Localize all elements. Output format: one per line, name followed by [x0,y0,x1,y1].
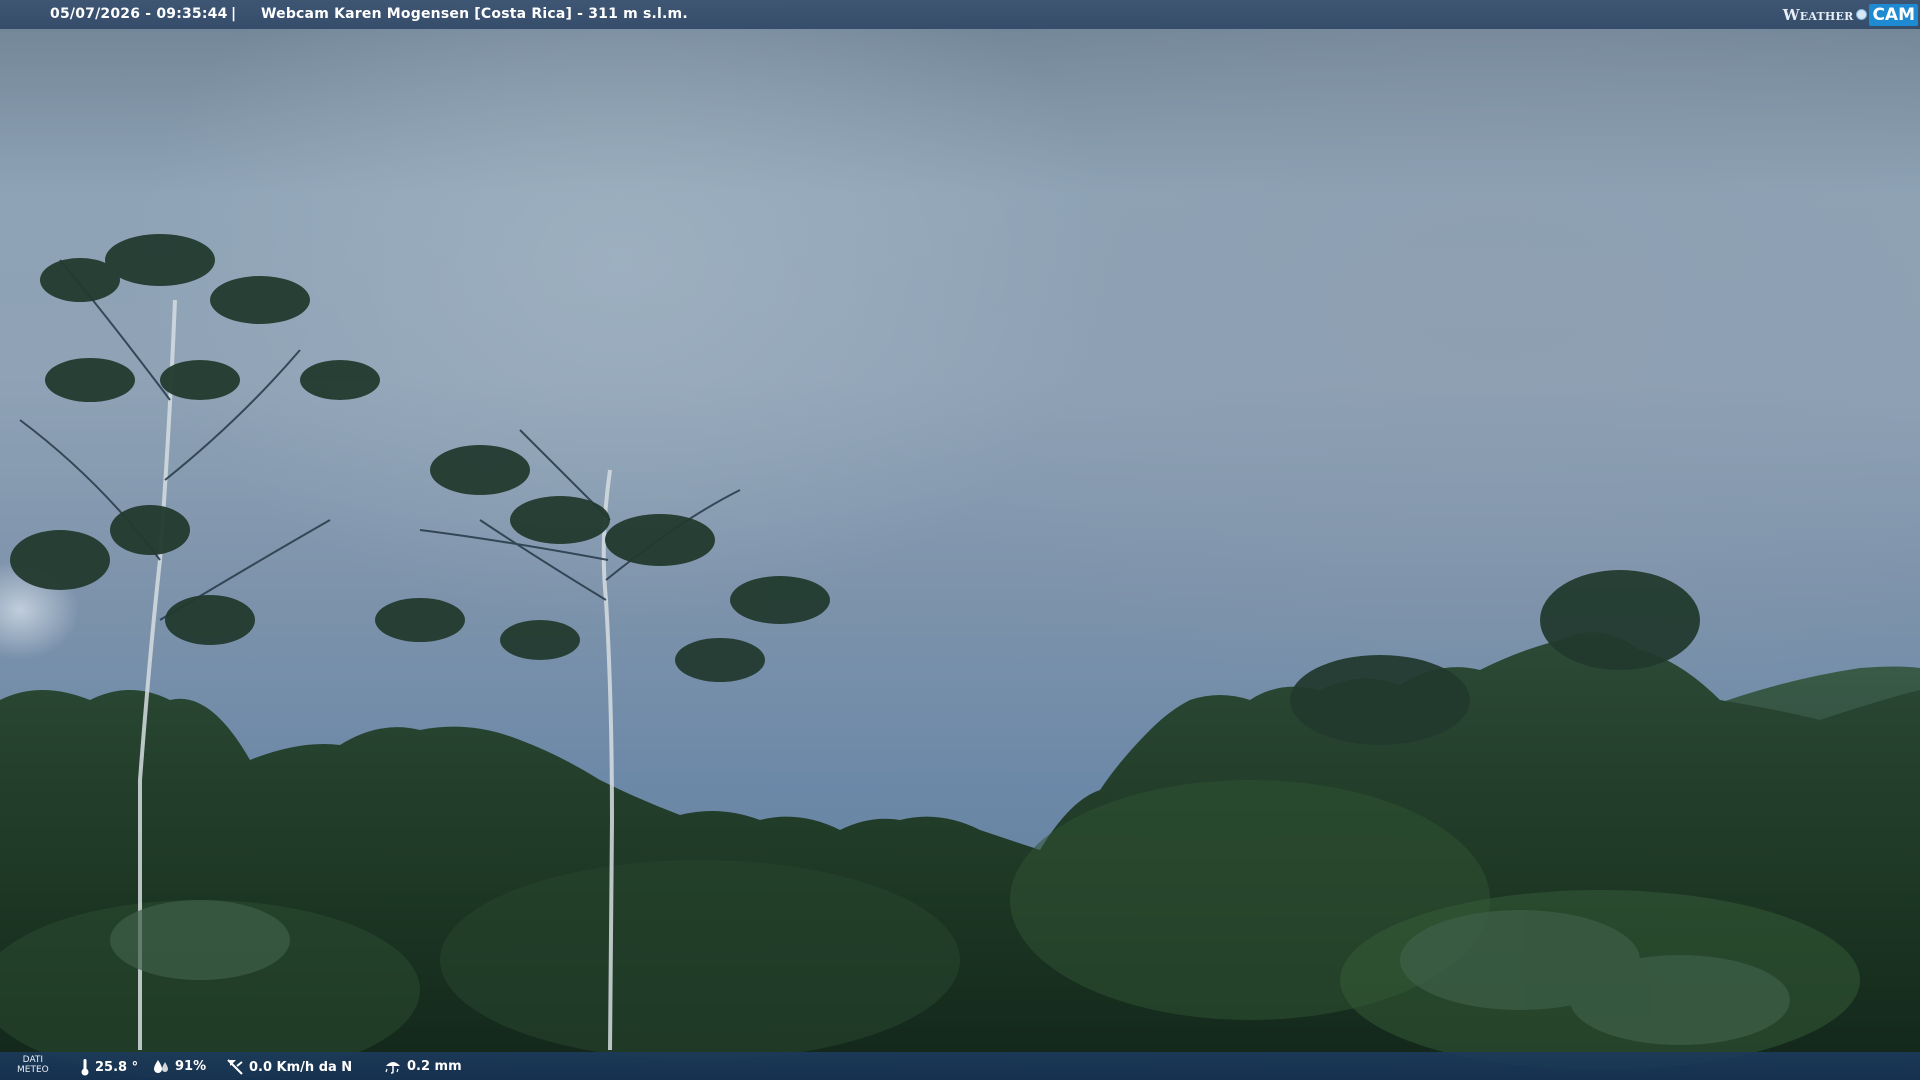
dati-meteo-label: DATI METEO [17,1055,49,1075]
weather-data-bar: DATI METEO 25.8 ° 91% 0.0 Km/h da N 0.2 … [0,1052,1920,1080]
rain-value: 0.2 mm [407,1058,462,1074]
timestamp: 05/07/2026 - 09:35:44 [50,6,228,22]
humidity-drops-icon [152,1058,170,1074]
logo-cam-text: CAM [1869,3,1918,26]
logo-dot-icon [1856,9,1868,20]
thermometer-icon [80,1058,90,1076]
logo-weather-text: Weather [1782,5,1854,24]
humidity-value: 91% [175,1058,207,1074]
webcam-frame: 05/07/2026 - 09:35:44 | Webcam Karen Mog… [0,0,1920,1080]
forest-scene [0,234,1920,1080]
humidity-reading: 91% [152,1058,206,1074]
wind-value: 0.0 Km/h da N [249,1059,353,1075]
temperature-reading: 25.8 ° [80,1058,138,1076]
rain-umbrella-icon [384,1058,402,1074]
top-info-bar: 05/07/2026 - 09:35:44 | Webcam Karen Mog… [0,0,1920,29]
weathercam-logo[interactable]: Weather CAM [1783,2,1918,27]
rain-reading: 0.2 mm [384,1058,462,1074]
separator: | [231,6,237,22]
temperature-value: 25.8 ° [95,1059,139,1075]
wind-vane-icon [226,1058,244,1076]
webcam-title: Webcam Karen Mogensen [Costa Rica] - 311… [261,6,688,22]
wind-reading: 0.0 Km/h da N [226,1058,352,1076]
